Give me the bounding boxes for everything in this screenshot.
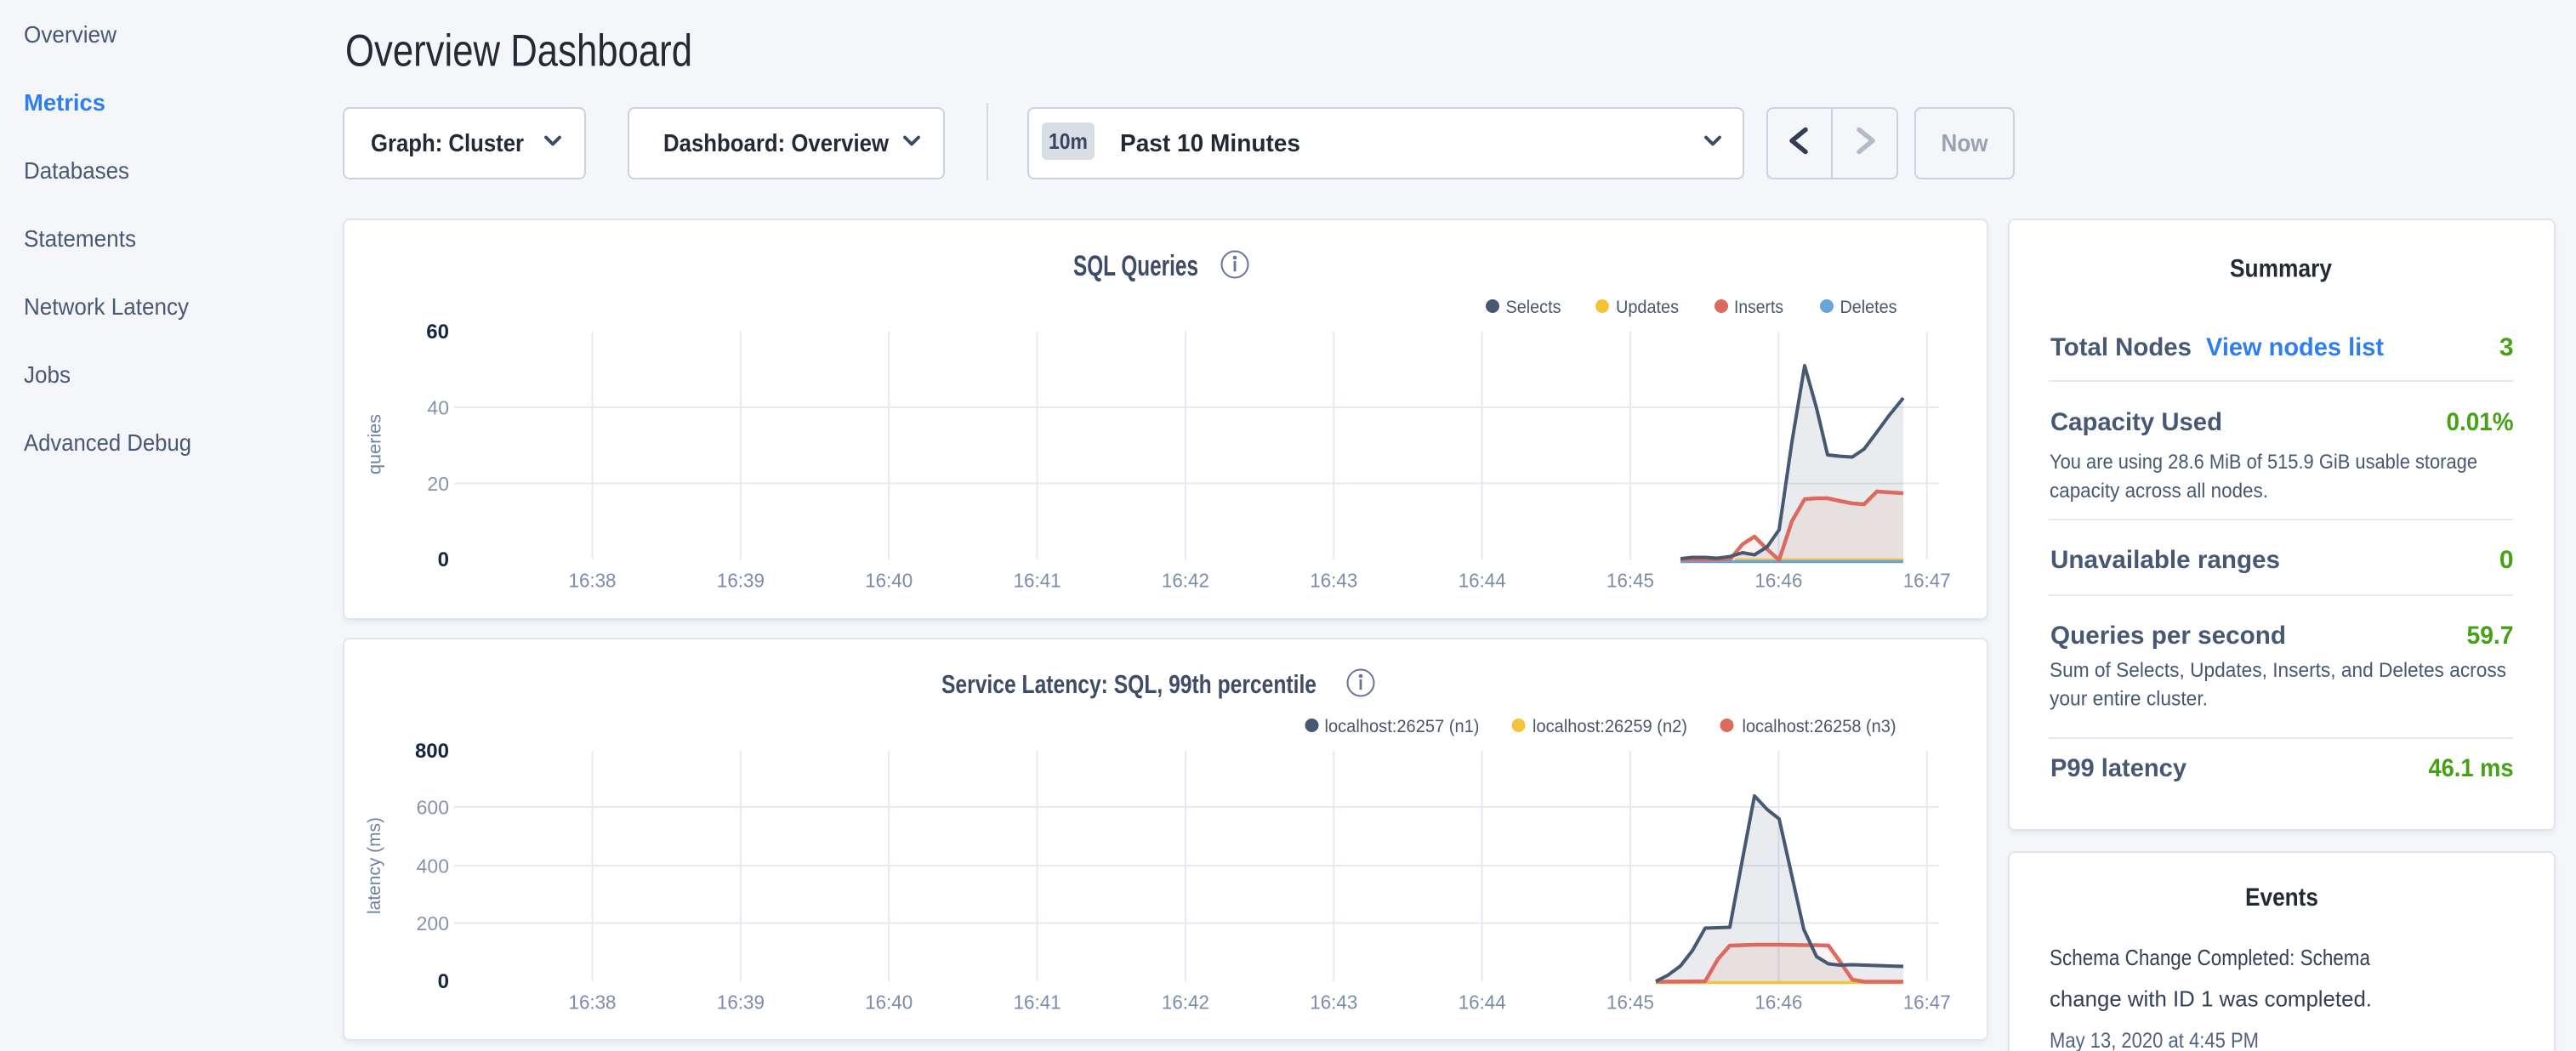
svg-text:localhost:26259 (n2): localhost:26259 (n2) (1533, 717, 1687, 736)
svg-text:Queries per second: Queries per second (2050, 622, 2286, 650)
svg-text:16:43: 16:43 (1310, 991, 1357, 1014)
svg-text:Databases: Databases (24, 157, 129, 184)
svg-text:16:40: 16:40 (865, 991, 913, 1014)
svg-text:16:40: 16:40 (865, 570, 913, 592)
svg-text:59.7: 59.7 (2467, 622, 2514, 650)
svg-text:Overview: Overview (24, 21, 117, 48)
svg-text:46.1 ms: 46.1 ms (2429, 754, 2514, 782)
svg-text:0.01%: 0.01% (2447, 408, 2514, 436)
svg-text:Advanced Debug: Advanced Debug (24, 429, 191, 456)
svg-text:May 13, 2020 at 4:45 PM: May 13, 2020 at 4:45 PM (2050, 1029, 2259, 1051)
svg-text:Deletes: Deletes (1840, 298, 1897, 317)
svg-text:20: 20 (427, 473, 449, 495)
svg-text:capacity across all nodes.: capacity across all nodes. (2050, 480, 2268, 503)
svg-text:Graph: Cluster: Graph: Cluster (371, 130, 524, 157)
svg-text:800: 800 (415, 740, 449, 763)
svg-text:600: 600 (417, 796, 449, 818)
svg-text:Statements: Statements (24, 225, 136, 252)
svg-text:Updates: Updates (1616, 298, 1679, 317)
svg-text:16:45: 16:45 (1606, 570, 1654, 592)
svg-text:queries: queries (365, 414, 385, 474)
svg-text:Metrics: Metrics (24, 89, 105, 116)
svg-text:200: 200 (417, 912, 449, 935)
svg-text:Schema Change Completed: Schem: Schema Change Completed: Schema (2050, 945, 2370, 970)
svg-text:Summary: Summary (2230, 255, 2332, 283)
svg-text:16:45: 16:45 (1606, 991, 1654, 1014)
svg-text:Sum of Selects, Updates, Inser: Sum of Selects, Updates, Inserts, and De… (2050, 659, 2506, 682)
svg-text:16:46: 16:46 (1754, 570, 1802, 592)
svg-text:16:43: 16:43 (1310, 570, 1357, 592)
svg-text:16:38: 16:38 (569, 991, 617, 1014)
svg-text:SQL Queries: SQL Queries (1073, 250, 1198, 282)
svg-text:16:44: 16:44 (1459, 570, 1506, 592)
svg-text:Capacity Used: Capacity Used (2050, 408, 2222, 436)
svg-text:16:38: 16:38 (569, 570, 617, 592)
svg-text:Past 10 Minutes: Past 10 Minutes (1120, 130, 1300, 157)
svg-text:60: 60 (426, 321, 449, 344)
svg-text:change with ID 1 was completed: change with ID 1 was completed. (2050, 986, 2372, 1012)
svg-text:3: 3 (2499, 333, 2514, 361)
svg-text:16:47: 16:47 (1903, 570, 1951, 592)
svg-text:0: 0 (2499, 546, 2514, 574)
svg-text:16:42: 16:42 (1162, 991, 1209, 1014)
svg-text:Unavailable ranges: Unavailable ranges (2050, 546, 2280, 574)
svg-text:Dashboard: Overview: Dashboard: Overview (663, 130, 889, 157)
svg-text:Overview Dashboard: Overview Dashboard (345, 26, 692, 77)
svg-text:Selects: Selects (1506, 298, 1561, 317)
svg-text:Inserts: Inserts (1734, 298, 1783, 317)
svg-text:localhost:26257 (n1): localhost:26257 (n1) (1325, 717, 1480, 736)
svg-text:latency (ms): latency (ms) (364, 817, 384, 914)
svg-text:16:41: 16:41 (1014, 991, 1061, 1014)
svg-text:localhost:26258 (n3): localhost:26258 (n3) (1743, 717, 1896, 736)
svg-text:16:39: 16:39 (717, 570, 765, 592)
svg-text:You are using 28.6 MiB of 515.: You are using 28.6 MiB of 515.9 GiB usab… (2050, 451, 2477, 474)
svg-text:10m: 10m (1049, 128, 1088, 154)
svg-text:P99 latency: P99 latency (2050, 754, 2186, 782)
svg-text:Service Latency: SQL, 99th per: Service Latency: SQL, 99th percentile (941, 669, 1316, 699)
svg-text:Total Nodes: Total Nodes (2050, 333, 2192, 361)
svg-text:0: 0 (438, 548, 449, 571)
svg-text:View nodes list: View nodes list (2206, 333, 2384, 361)
svg-text:16:42: 16:42 (1162, 570, 1209, 592)
svg-text:your entire cluster.: your entire cluster. (2050, 688, 2208, 711)
svg-text:16:47: 16:47 (1903, 991, 1951, 1014)
svg-text:Network Latency: Network Latency (24, 293, 189, 320)
svg-text:16:39: 16:39 (717, 991, 765, 1014)
svg-text:Jobs: Jobs (24, 361, 71, 388)
svg-text:Events: Events (2245, 883, 2318, 912)
svg-text:16:41: 16:41 (1014, 570, 1061, 592)
svg-text:400: 400 (417, 855, 449, 877)
svg-text:0: 0 (438, 970, 449, 993)
svg-text:40: 40 (427, 396, 449, 418)
svg-text:16:44: 16:44 (1459, 991, 1506, 1014)
svg-text:16:46: 16:46 (1754, 991, 1802, 1014)
svg-text:Now: Now (1942, 130, 1988, 157)
